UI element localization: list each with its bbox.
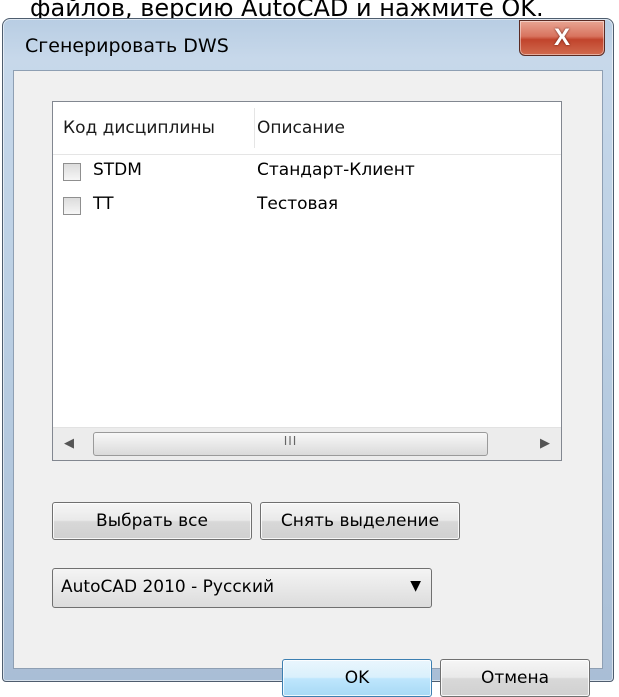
select-all-button[interactable]: Выбрать все: [52, 502, 252, 540]
generate-dws-dialog: Сгенерировать DWS X Код дисциплины Описа…: [2, 18, 614, 697]
close-icon: X: [553, 24, 570, 51]
list-header: Код дисциплины Описание: [53, 102, 561, 155]
discipline-code: TT: [93, 194, 114, 214]
horizontal-scrollbar[interactable]: ◀ III ▶: [53, 427, 561, 460]
list-item[interactable]: TT Тестовая: [53, 190, 561, 224]
dialog-client-area: Код дисциплины Описание STDM Стандарт-Кл…: [13, 70, 603, 697]
dropdown-arrow-icon: ▼: [410, 578, 421, 594]
scroll-left-arrow-icon[interactable]: ◀: [53, 428, 85, 460]
autocad-version-select[interactable]: AutoCAD 2010 - Русский ▼: [52, 568, 432, 608]
deselect-all-button[interactable]: Снять выделение: [260, 502, 460, 540]
discipline-list[interactable]: Код дисциплины Описание STDM Стандарт-Кл…: [52, 101, 562, 461]
discipline-description: Стандарт-Клиент: [257, 160, 415, 180]
row-checkbox[interactable]: [63, 197, 81, 215]
discipline-description: Тестовая: [257, 194, 339, 214]
column-header-description[interactable]: Описание: [257, 102, 345, 154]
discipline-code: STDM: [93, 160, 142, 180]
list-item[interactable]: STDM Стандарт-Клиент: [53, 156, 561, 190]
column-header-code[interactable]: Код дисциплины: [63, 102, 249, 154]
column-separator[interactable]: [254, 108, 255, 148]
selected-version: AutoCAD 2010 - Русский: [61, 577, 275, 597]
scrollbar-grip: III: [283, 434, 298, 448]
close-button[interactable]: X: [519, 20, 605, 56]
window-title: Сгенерировать DWS: [25, 35, 229, 57]
ok-button[interactable]: OK: [282, 659, 432, 697]
title-bar[interactable]: Сгенерировать DWS X: [3, 19, 613, 69]
scrollbar-thumb[interactable]: III: [93, 432, 488, 456]
scroll-right-arrow-icon[interactable]: ▶: [529, 428, 561, 460]
row-checkbox[interactable]: [63, 163, 81, 181]
cancel-button[interactable]: Отмена: [440, 659, 590, 697]
